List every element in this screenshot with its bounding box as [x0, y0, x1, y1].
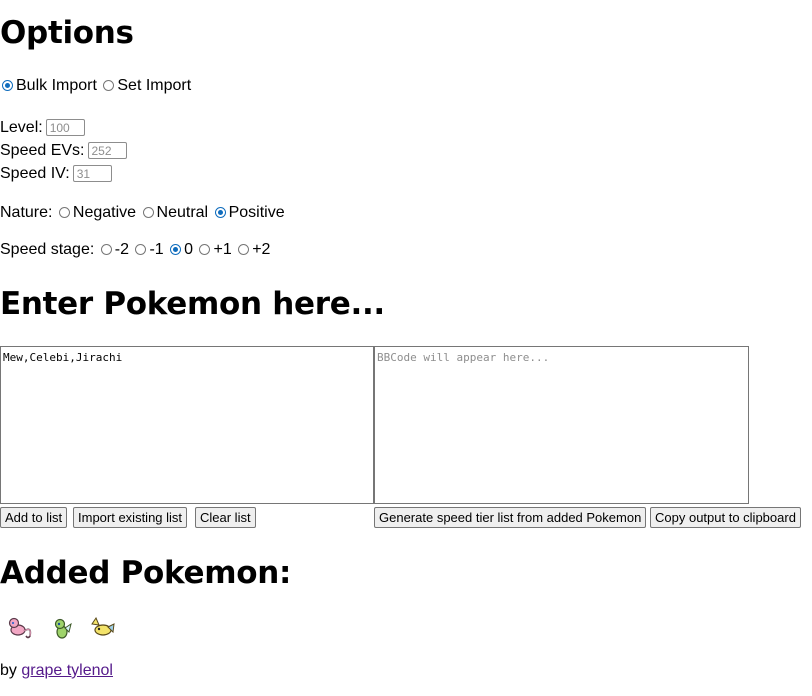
add-to-list-button[interactable]: Add to list	[0, 507, 68, 528]
stage-plus2-radio[interactable]	[238, 244, 250, 255]
copy-output-button[interactable]: Copy output to clipboard	[650, 507, 801, 528]
celebi-sprite-icon[interactable]	[46, 612, 78, 644]
stage-minus2-radio[interactable]	[100, 244, 112, 255]
speed-stage-group: Speed stage: -2 -1 0 +1 +2	[0, 239, 270, 261]
speed-evs-row: Speed EVs:	[0, 140, 127, 162]
stage-plus2-label[interactable]: +2	[252, 241, 270, 258]
credit-by-text: by	[0, 662, 17, 679]
nature-neutral-radio[interactable]	[142, 207, 154, 218]
nature-negative-label[interactable]: Negative	[73, 204, 136, 221]
stage-plus1-radio[interactable]	[199, 244, 211, 255]
generate-speed-tier-button[interactable]: Generate speed tier list from added Poke…	[374, 507, 647, 528]
speed-iv-input[interactable]	[72, 165, 112, 183]
mew-sprite-icon[interactable]	[4, 612, 36, 644]
speed-iv-row: Speed IV:	[0, 163, 112, 185]
author-link[interactable]: grape tylenol	[21, 662, 113, 679]
bbcode-output-textarea[interactable]	[374, 346, 749, 504]
level-input[interactable]	[45, 119, 85, 137]
stage-zero-radio[interactable]	[170, 244, 182, 255]
nature-neutral-label[interactable]: Neutral	[157, 204, 209, 221]
nature-positive-label[interactable]: Positive	[229, 204, 285, 221]
set-import-label[interactable]: Set Import	[117, 77, 191, 94]
nature-label: Nature:	[0, 204, 53, 221]
stage-plus1-label[interactable]: +1	[213, 241, 231, 258]
speed-evs-label: Speed EVs:	[0, 142, 85, 159]
credit-line: by grape tylenol	[0, 660, 113, 682]
bulk-import-radio[interactable]	[2, 80, 13, 91]
stage-minus1-radio[interactable]	[135, 244, 147, 255]
added-pokemon-heading: Added Pokemon:	[0, 555, 292, 591]
jirachi-sprite-icon[interactable]	[86, 612, 118, 644]
nature-positive-radio[interactable]	[214, 207, 226, 218]
stage-minus1-label[interactable]: -1	[149, 241, 163, 258]
speed-stage-label: Speed stage:	[0, 241, 95, 258]
clear-list-button[interactable]: Clear list	[195, 507, 256, 528]
import-mode-group: Bulk Import Set Import	[0, 75, 191, 97]
options-heading: Options	[0, 15, 134, 51]
pokemon-input-textarea[interactable]: Mew,Celebi,Jirachi	[0, 346, 374, 504]
level-label: Level:	[0, 119, 43, 136]
import-existing-list-button[interactable]: Import existing list	[73, 507, 188, 528]
stage-zero-label[interactable]: 0	[184, 241, 193, 258]
level-row: Level:	[0, 117, 85, 139]
bulk-import-label[interactable]: Bulk Import	[16, 77, 97, 94]
nature-negative-radio[interactable]	[58, 207, 70, 218]
stage-minus2-label[interactable]: -2	[115, 241, 129, 258]
set-import-radio[interactable]	[103, 80, 115, 91]
nature-group: Nature: Negative Neutral Positive	[0, 202, 285, 224]
speed-iv-label: Speed IV:	[0, 165, 70, 182]
speed-evs-input[interactable]	[87, 142, 127, 160]
enter-pokemon-heading: Enter Pokemon here...	[0, 286, 385, 322]
